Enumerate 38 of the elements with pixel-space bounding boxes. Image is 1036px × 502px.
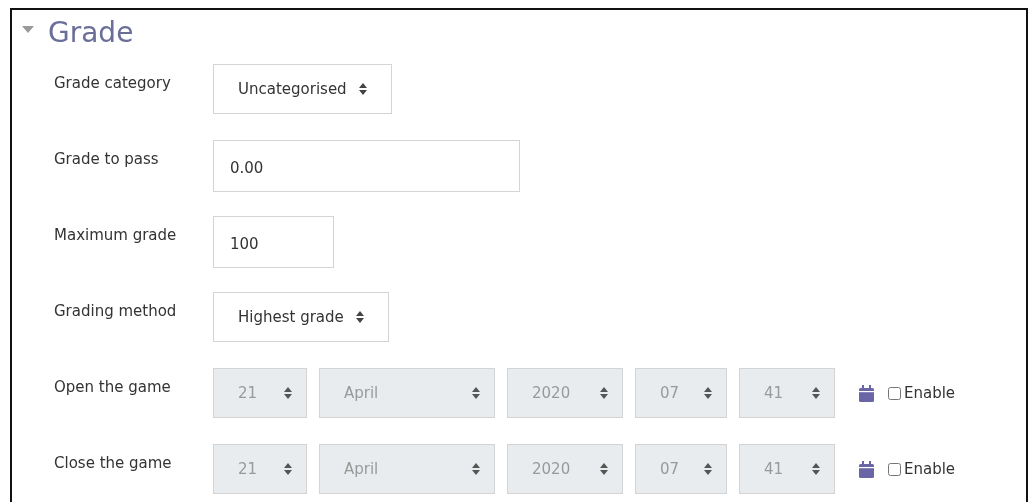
dropdown[interactable]: Uncategorised xyxy=(213,64,392,114)
dropdown: 07 xyxy=(635,444,727,494)
field-label: Maximum grade xyxy=(53,226,178,244)
calendar-icon[interactable] xyxy=(859,384,874,402)
dropdown: 21 xyxy=(213,368,307,418)
dropdown: 41 xyxy=(739,444,835,494)
sort-arrows-icon xyxy=(355,311,364,323)
field-label: Grade category xyxy=(53,74,172,92)
dropdown: 21 xyxy=(213,444,307,494)
sort-arrows-icon xyxy=(472,387,480,399)
sort-arrows-icon xyxy=(812,463,820,475)
sort-arrows-icon xyxy=(600,387,608,399)
field-label: Close the game xyxy=(53,454,173,472)
field-label: Grade to pass xyxy=(53,150,160,168)
field-label: Open the game xyxy=(53,378,172,396)
dropdown: April xyxy=(319,368,495,418)
sort-arrows-icon xyxy=(704,463,712,475)
field-label: Grading method xyxy=(53,302,178,320)
sort-arrows-icon xyxy=(704,387,712,399)
input-field[interactable]: 0.00 xyxy=(213,140,520,192)
sort-arrows-icon xyxy=(284,387,292,399)
sort-arrows-icon xyxy=(600,463,608,475)
sort-arrows-icon xyxy=(812,387,820,399)
expanded-triangle-icon[interactable] xyxy=(22,26,34,34)
checkbox-label: Enable xyxy=(904,384,956,402)
dropdown: 2020 xyxy=(507,444,623,494)
dropdown: 41 xyxy=(739,368,835,418)
checkbox-label: Enable xyxy=(904,460,956,478)
dropdown[interactable]: Highest grade xyxy=(213,292,389,342)
sort-arrows-icon xyxy=(358,83,367,95)
input-field[interactable]: 100 xyxy=(213,216,334,268)
dropdown: 07 xyxy=(635,368,727,418)
section-title: Grade xyxy=(48,16,134,50)
dropdown: 2020 xyxy=(507,368,623,418)
calendar-icon[interactable] xyxy=(859,460,874,478)
dropdown: April xyxy=(319,444,495,494)
sort-arrows-icon xyxy=(472,463,480,475)
sort-arrows-icon xyxy=(284,463,292,475)
